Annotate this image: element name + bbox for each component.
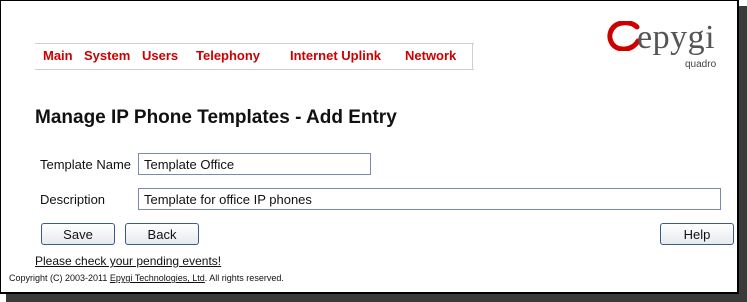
menu-main[interactable]: Main (43, 48, 73, 63)
menu-internet-uplink[interactable]: Internet Uplink (290, 48, 381, 63)
epygi-logo: epygi quadro (607, 15, 727, 79)
main-menu: Main System Users Telephony Internet Upl… (35, 43, 474, 70)
footer-prefix: Copyright (C) 2003-2011 (9, 273, 110, 283)
back-button[interactable]: Back (125, 223, 199, 245)
epygi-logo-mark-icon (607, 21, 641, 51)
template-name-label: Template Name (40, 157, 132, 172)
app-window: Main System Users Telephony Internet Upl… (0, 0, 739, 294)
menu-separator (472, 44, 473, 69)
copyright-footer: Copyright (C) 2003-2011 Epygi Technologi… (9, 273, 284, 283)
description-input[interactable] (138, 188, 721, 210)
description-label: Description (40, 192, 106, 207)
template-name-input[interactable] (138, 153, 371, 175)
company-link[interactable]: Epygi Technologies, Ltd (110, 273, 205, 283)
menu-network[interactable]: Network (405, 48, 456, 63)
logo-product: quadro (685, 59, 717, 70)
footer-suffix: . All rights reserved. (204, 273, 284, 283)
logo-wordmark: epygi (637, 19, 716, 56)
window-shadow-bottom (6, 294, 747, 302)
window-shadow-right (739, 6, 747, 302)
pending-events-link[interactable]: Please check your pending events! (35, 254, 221, 268)
menu-users[interactable]: Users (142, 48, 178, 63)
menu-system[interactable]: System (84, 48, 130, 63)
menu-telephony[interactable]: Telephony (196, 48, 260, 63)
page-title: Manage IP Phone Templates - Add Entry (35, 107, 397, 128)
save-button[interactable]: Save (41, 223, 115, 245)
help-button[interactable]: Help (660, 223, 734, 245)
